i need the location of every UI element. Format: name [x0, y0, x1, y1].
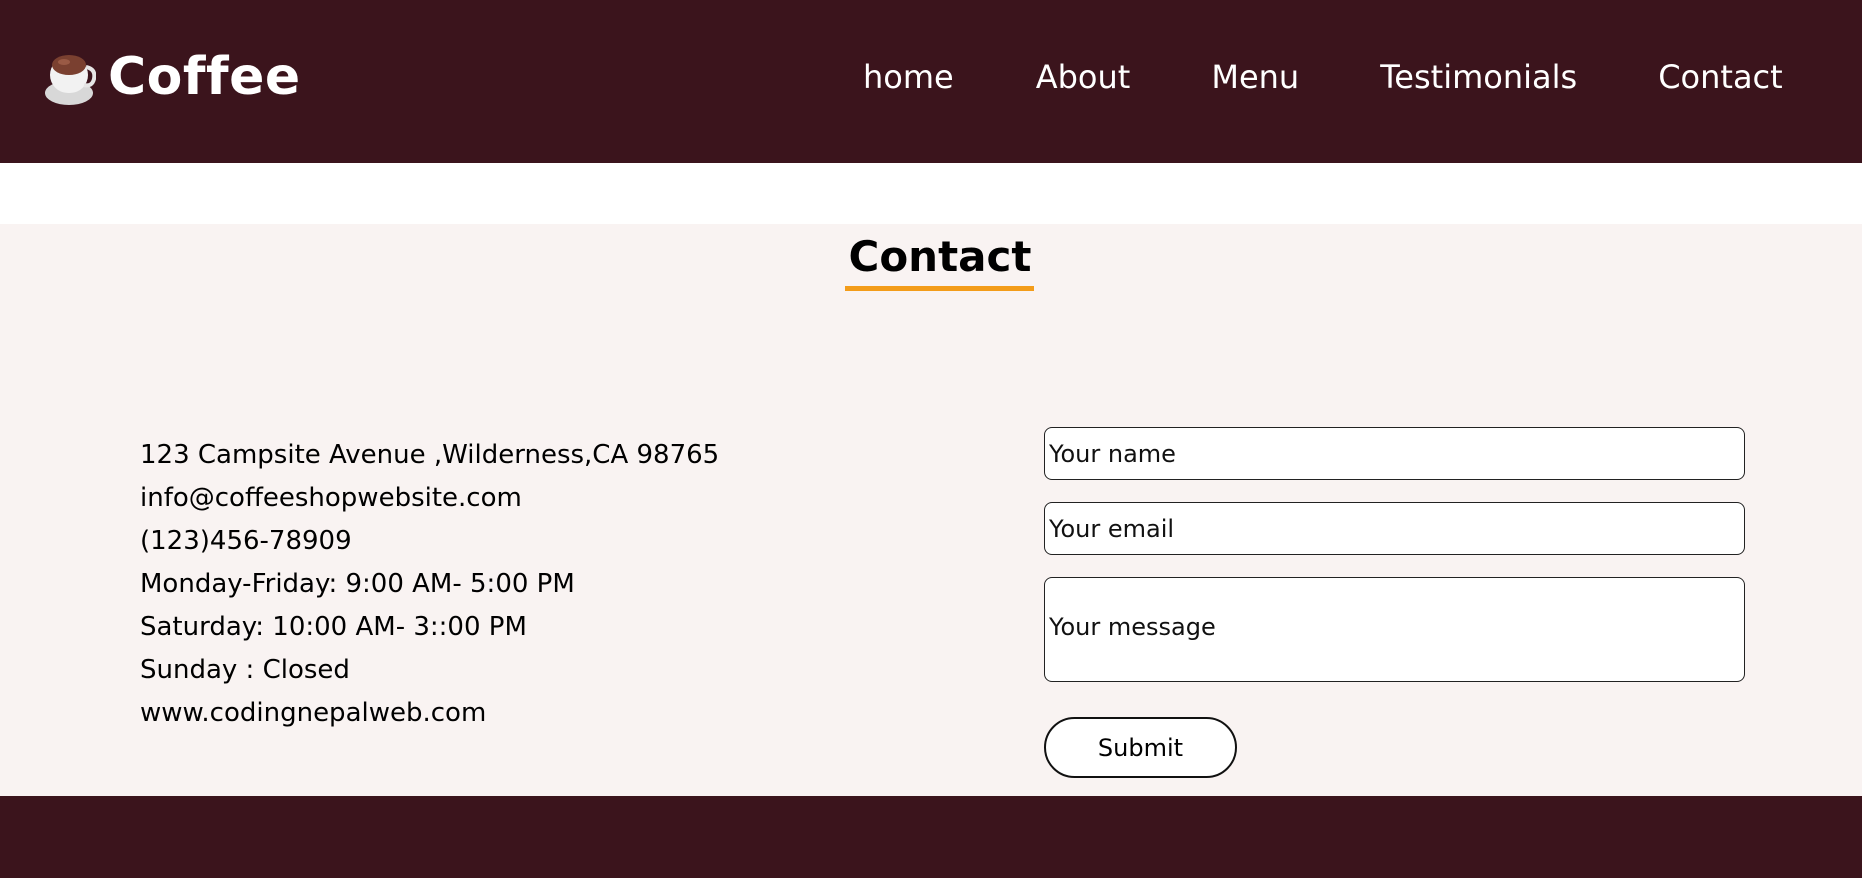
- contact-section: Contact 123 Campsite Avenue ,Wilderness,…: [0, 224, 1862, 796]
- site-footer: [0, 796, 1862, 878]
- main-nav: home About Menu Testimonials Contact: [863, 57, 1783, 97]
- hours-saturday-text: Saturday: 10:00 AM- 3::00 PM: [140, 612, 527, 642]
- brand[interactable]: Coffee: [42, 42, 301, 112]
- website-text: www.codingnepalweb.com: [140, 698, 487, 728]
- contact-form: Submit: [1044, 427, 1745, 778]
- spacer-band: [0, 163, 1862, 224]
- brand-title: Coffee: [108, 47, 301, 107]
- phone-text: (123)456-78909: [140, 526, 352, 556]
- email-text: info@coffeeshopwebsite.com: [140, 483, 522, 513]
- hours-weekday-text: Monday-Friday: 9:00 AM- 5:00 PM: [140, 569, 575, 599]
- section-title: Contact: [848, 232, 1032, 281]
- nav-home[interactable]: home: [863, 57, 954, 97]
- submit-button[interactable]: Submit: [1044, 717, 1237, 778]
- nav-about[interactable]: About: [1036, 57, 1131, 97]
- contact-info-list: 123 Campsite Avenue ,Wilderness,CA 98765…: [140, 434, 719, 735]
- address-text: 123 Campsite Avenue ,Wilderness,CA 98765: [140, 440, 720, 470]
- email-input[interactable]: [1044, 502, 1745, 555]
- site-header: Coffee home About Menu Testimonials Cont…: [0, 0, 1862, 163]
- nav-testimonials[interactable]: Testimonials: [1380, 57, 1577, 97]
- message-textarea[interactable]: [1044, 577, 1745, 682]
- title-underline: [845, 286, 1034, 291]
- hours-sunday-text: Sunday : Closed: [140, 655, 350, 685]
- nav-menu[interactable]: Menu: [1211, 57, 1299, 97]
- name-input[interactable]: [1044, 427, 1745, 480]
- coffee-cup-icon: [42, 47, 96, 107]
- nav-contact[interactable]: Contact: [1658, 57, 1783, 97]
